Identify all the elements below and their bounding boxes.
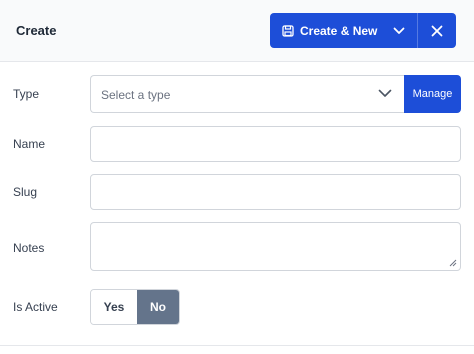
type-label: Type xyxy=(13,87,40,101)
type-select-placeholder: Select a type xyxy=(101,88,171,102)
save-icon xyxy=(282,24,294,37)
notes-label: Notes xyxy=(13,241,45,255)
create-button-group: Create & New xyxy=(270,13,456,48)
create-and-new-label: Create & New xyxy=(300,23,378,38)
slug-input[interactable] xyxy=(90,174,461,210)
notes-textarea[interactable] xyxy=(90,222,461,271)
is-active-toggle: Yes No xyxy=(90,289,180,325)
name-label: Name xyxy=(13,137,46,151)
is-active-yes-option[interactable]: Yes xyxy=(91,290,137,324)
type-select[interactable]: Select a type xyxy=(90,75,404,113)
close-button[interactable] xyxy=(417,13,456,48)
create-and-new-button[interactable]: Create & New xyxy=(270,13,385,48)
resize-grip-icon[interactable] xyxy=(449,259,457,267)
manage-types-button[interactable]: Manage xyxy=(404,75,461,113)
is-active-no-option[interactable]: No xyxy=(137,290,179,324)
is-active-label: Is Active xyxy=(13,300,58,314)
create-options-dropdown-button[interactable] xyxy=(385,13,413,48)
name-input[interactable] xyxy=(90,126,461,162)
slug-label: Slug xyxy=(13,185,38,199)
page-title: Create xyxy=(16,23,57,38)
divider xyxy=(0,345,474,346)
chevron-down-icon xyxy=(393,27,405,34)
close-icon xyxy=(431,25,443,36)
form-header: Create Create & New xyxy=(0,0,474,62)
chevron-down-icon xyxy=(378,89,392,97)
